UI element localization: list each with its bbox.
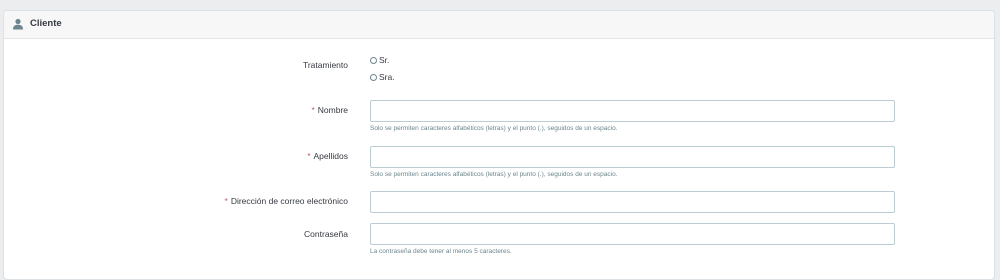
radio-sra[interactable] [370,73,377,81]
firstname-label: * Nombre [311,104,348,116]
email-label: * Dirección de correo electrónico [225,195,348,207]
lastname-help: Solo se permiten caracteres alfabéticos … [370,171,618,178]
lastname-input[interactable] [370,146,895,168]
email-label-text: Dirección de correo electrónico [230,196,348,206]
panel-heading: Cliente [4,11,994,39]
password-input[interactable] [370,223,895,245]
required-marker: * [307,151,311,161]
lastname-label: * Apellidos [307,150,348,162]
title-label: Tratamiento [302,60,348,70]
email-input[interactable] [370,191,895,213]
required-marker: * [224,196,228,206]
user-icon [13,18,23,30]
password-label: Contraseña [304,229,348,239]
radio-sra-label: Sra. [379,72,395,82]
firstname-help: Solo se permiten caracteres alfabéticos … [370,125,618,132]
firstname-input[interactable] [370,100,895,122]
lastname-label-text: Apellidos [313,151,349,161]
radio-option-sra[interactable]: Sra. [370,71,395,83]
radio-sr-label: Sr. [379,55,390,65]
password-help: La contraseña debe tener al menos 5 cara… [370,248,512,255]
panel-title: Cliente [30,18,62,29]
radio-sr[interactable] [370,56,377,64]
required-marker: * [311,105,315,115]
firstname-label-text: Nombre [317,105,348,115]
radio-option-sr[interactable]: Sr. [370,54,389,66]
